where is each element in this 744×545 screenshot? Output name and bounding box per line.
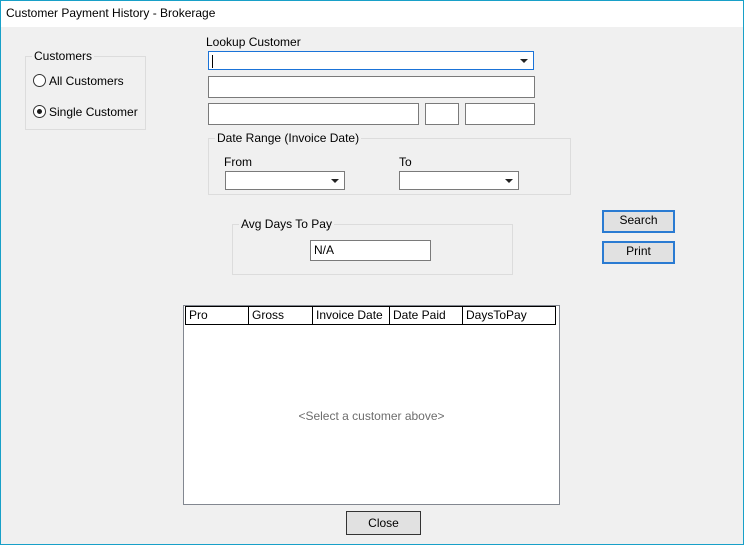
date-range-group: Date Range (Invoice Date) From To: [208, 131, 571, 195]
from-label: From: [224, 155, 252, 169]
close-button[interactable]: Close: [346, 511, 421, 535]
from-date-combo[interactable]: [225, 171, 345, 190]
customer-zip-field[interactable]: [465, 103, 535, 125]
grid-empty-message: <Select a customer above>: [298, 409, 445, 423]
radio-button-icon[interactable]: [33, 74, 46, 87]
avg-days-value-field: N/A: [310, 240, 431, 261]
radio-button-icon[interactable]: [33, 105, 46, 118]
customers-group-legend: Customers: [32, 49, 95, 63]
customer-name-field[interactable]: [208, 76, 535, 98]
to-date-combo[interactable]: [399, 171, 519, 190]
chevron-down-icon[interactable]: [505, 178, 513, 183]
chevron-down-icon[interactable]: [520, 58, 528, 63]
column-header-invoice-date[interactable]: Invoice Date: [312, 306, 389, 325]
payment-history-grid[interactable]: Pro Gross Invoice Date Date Paid DaysToP…: [183, 305, 560, 505]
customers-group: Customers All Customers Single Customer: [25, 49, 146, 130]
radio-selected-dot: [37, 109, 42, 114]
column-header-pro[interactable]: Pro: [185, 306, 248, 325]
customer-state-field[interactable]: [425, 103, 459, 125]
column-header-days-to-pay[interactable]: DaysToPay: [462, 306, 556, 325]
column-header-gross[interactable]: Gross: [248, 306, 312, 325]
lookup-customer-combo[interactable]: [208, 51, 534, 70]
text-caret: [212, 55, 213, 68]
to-label: To: [399, 155, 412, 169]
avg-days-group: Avg Days To Pay N/A: [232, 217, 513, 275]
column-header-date-paid[interactable]: Date Paid: [389, 306, 462, 325]
window-title: Customer Payment History - Brokerage: [6, 6, 216, 20]
lookup-customer-label: Lookup Customer: [206, 35, 301, 49]
date-range-group-legend: Date Range (Invoice Date): [215, 131, 362, 145]
radio-single-customer-label[interactable]: Single Customer: [49, 105, 138, 119]
search-button[interactable]: Search: [602, 210, 675, 233]
avg-days-group-legend: Avg Days To Pay: [239, 217, 334, 231]
print-button[interactable]: Print: [602, 241, 675, 264]
title-bar[interactable]: Customer Payment History - Brokerage: [1, 1, 743, 27]
customer-city-field[interactable]: [208, 103, 419, 125]
radio-all-customers-label[interactable]: All Customers: [49, 74, 124, 88]
chevron-down-icon[interactable]: [331, 178, 339, 183]
